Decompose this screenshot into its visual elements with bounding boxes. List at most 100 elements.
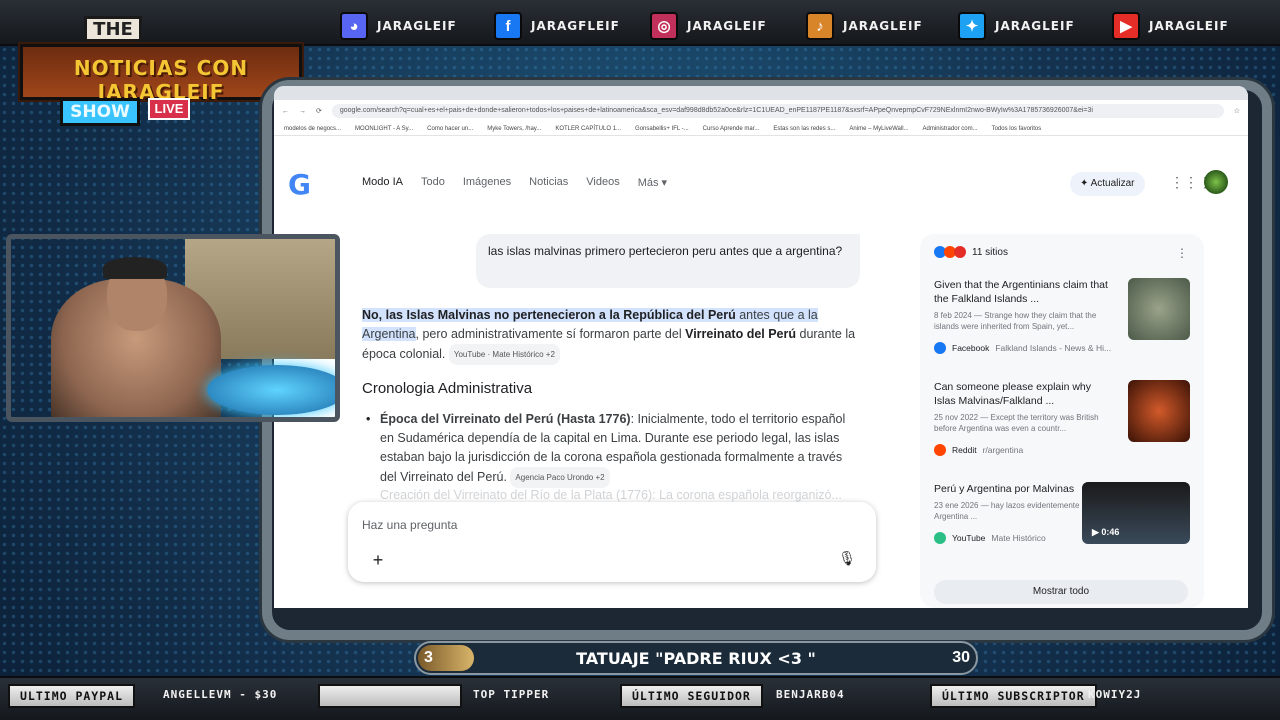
tab-modo-ia[interactable]: Modo IA [362, 176, 403, 189]
paypal-label: ULTIMO PAYPAL [8, 684, 136, 708]
bookmark-all[interactable]: Todos los favoritos [992, 126, 1042, 132]
goal-bar: 3 TATUAJE "PADRE RIUX <3 " 30 [414, 641, 978, 675]
bookmark[interactable]: KOTLER CAPÍTULO 1... [555, 126, 621, 132]
card-title[interactable]: Can someone please explain why Islas Mal… [934, 380, 1114, 408]
social-handle: JARAGLEIF [1149, 19, 1229, 33]
social-handle: JARAGLEIF [995, 19, 1075, 33]
tipper-value: TOP TIPPER [473, 688, 550, 701]
bookmark[interactable]: modelos de negocs... [284, 126, 341, 132]
card-snippet: 25 nov 2022 — Except the territory was B… [934, 413, 1099, 433]
bookmark[interactable]: Myke Towers, /hay... [487, 126, 541, 132]
bullet-item: Época del Virreinato del Perú (Hasta 177… [366, 410, 858, 488]
avatar[interactable] [1204, 170, 1228, 194]
cap [103, 257, 167, 279]
follower-label: ÚLTIMO SEGUIDOR [620, 684, 763, 708]
social-twitter: ✦ JARAGLEIF [958, 12, 1075, 40]
tab-noticias[interactable]: Noticias [529, 176, 568, 189]
gaming-mouse [207, 365, 335, 415]
more-icon[interactable]: ⋮ [1176, 246, 1188, 260]
bookmarks-bar: modelos de negocs... MOONLIGHT - A Sy...… [274, 122, 1248, 136]
bullet-title: Época del Virreinato del Perú (Hasta 177… [380, 412, 631, 426]
sources-header: 11 sitios [934, 246, 1008, 258]
video-thumbnail[interactable]: ▶ 0:46 [1082, 482, 1190, 544]
source-name: Facebook [952, 343, 990, 353]
bookmark[interactable]: Administrador com... [923, 126, 978, 132]
update-button[interactable]: ✦ Actualizar [1070, 172, 1145, 196]
show-all-button[interactable]: Mostrar todo [934, 580, 1188, 604]
youtube-icon [954, 246, 966, 258]
search-tabs: Modo IA Todo Imágenes Noticias Videos Má… [362, 176, 667, 189]
twitter-icon: ✦ [958, 12, 986, 40]
ask-input-box[interactable]: Haz una pregunta + 🎙 [348, 502, 876, 582]
tipper-label [318, 684, 462, 708]
answer-text: , pero administrativamente sí formaron p… [415, 327, 686, 341]
subscriber-label: ÚLTIMO SUBSCRIPTOR [930, 684, 1097, 708]
reddit-icon [934, 444, 946, 456]
section-heading: Cronologia Administrativa [362, 380, 533, 397]
tab-imagenes[interactable]: Imágenes [463, 176, 511, 189]
back-icon[interactable]: ← [282, 108, 289, 115]
social-handle: JARAGFLEIF [531, 19, 620, 33]
logo-title: NOTICIAS CON JARAGLEIF [73, 56, 249, 104]
card-snippet: 8 feb 2024 — Strange how they claim that… [934, 311, 1097, 331]
card-source: Facebook Falkland Islands - News & Hi... [934, 342, 1190, 354]
video-duration: ▶ 0:46 [1092, 527, 1120, 537]
ask-input[interactable]: Haz una pregunta [362, 518, 457, 532]
source-name: Reddit [952, 445, 977, 455]
facebook-icon: f [494, 12, 522, 40]
bookmark[interactable]: Gonsabellis+ IFL -... [635, 126, 689, 132]
goal-text: TATUAJE "PADRE RIUX <3 " [576, 649, 816, 668]
source-card[interactable]: Can someone please explain why Islas Mal… [934, 380, 1190, 456]
social-handle: JARAGLEIF [687, 19, 767, 33]
faded-text: Creación del Virreinato del Río de la Pl… [380, 488, 842, 502]
mic-icon[interactable]: 🎙 [838, 550, 856, 567]
google-logo[interactable]: G [288, 168, 311, 201]
card-title[interactable]: Given that the Argentinians claim that t… [934, 278, 1114, 306]
tab-todo[interactable]: Todo [421, 176, 445, 189]
logo-show: SHOW [60, 98, 140, 126]
source-chip[interactable]: YouTube · Mate Histórico +2 [448, 344, 560, 365]
live-badge: LIVE [148, 98, 190, 120]
webcam-feed [6, 234, 340, 422]
source-card[interactable]: Given that the Argentinians claim that t… [934, 278, 1190, 354]
address-bar[interactable]: google.com/search?q=cual+es+el+pais+de+d… [331, 104, 1224, 118]
address-bar-row: ← → ⟳ google.com/search?q=cual+es+el+pai… [274, 100, 1248, 122]
google-header: G Modo IA Todo Imágenes Noticias Videos … [274, 144, 1248, 214]
social-discord: ◕ JARAGLEIF [340, 12, 457, 40]
answer-bold-2: Virreinato del Perú [685, 327, 797, 341]
plus-icon[interactable]: + [364, 546, 392, 574]
bookmark[interactable]: Curso Aprende mar... [703, 126, 760, 132]
show-logo: THE NOTICIAS CON JARAGLEIF SHOW LIVE [20, 14, 302, 129]
star-icon[interactable]: ☆ [1234, 107, 1240, 115]
social-facebook: f JARAGFLEIF [494, 12, 620, 40]
bookmark[interactable]: Como hacer un... [427, 126, 473, 132]
user-query: las islas malvinas primero pertecieron p… [476, 234, 860, 288]
follower-value: BENJARB04 [776, 688, 845, 701]
subscriber-value: KOWIY2J [1088, 688, 1142, 701]
card-source: Reddit r/argentina [934, 444, 1190, 456]
tab-videos[interactable]: Videos [586, 176, 619, 189]
answer-paragraph: No, las Islas Malvinas no pertenecieron … [362, 306, 862, 365]
bookmark[interactable]: Anime – MyLiveWall... [849, 126, 908, 132]
youtube-icon: ▶ [1112, 12, 1140, 40]
tiktok-icon: ♪ [806, 12, 834, 40]
bookmark[interactable]: MOONLIGHT - A Sy... [355, 126, 413, 132]
source-name: YouTube [952, 533, 986, 543]
tab-mas[interactable]: Más ▾ [638, 176, 667, 189]
source-path: r/argentina [982, 445, 1024, 455]
paypal-value: ANGELLEVM - $30 [163, 688, 278, 701]
social-instagram: ◎ JARAGLEIF [650, 12, 767, 40]
instagram-icon: ◎ [650, 12, 678, 40]
card-thumbnail[interactable] [1128, 278, 1190, 340]
browser-window: ← → ⟳ google.com/search?q=cual+es+el+pai… [274, 86, 1248, 608]
reload-icon[interactable]: ⟳ [316, 107, 322, 115]
sites-count: 11 sitios [972, 246, 1008, 258]
discord-icon: ◕ [340, 12, 368, 40]
source-chip[interactable]: Agencia Paco Urondo +2 [510, 467, 610, 488]
forward-icon[interactable]: → [299, 108, 306, 115]
bookmark[interactable]: Estas son las redes s... [773, 126, 835, 132]
source-card[interactable]: Perú y Argentina por Malvinas 23 ene 202… [934, 482, 1190, 544]
goal-target: 30 [952, 649, 970, 666]
card-thumbnail[interactable] [1128, 380, 1190, 442]
tab-strip[interactable] [274, 86, 1248, 100]
